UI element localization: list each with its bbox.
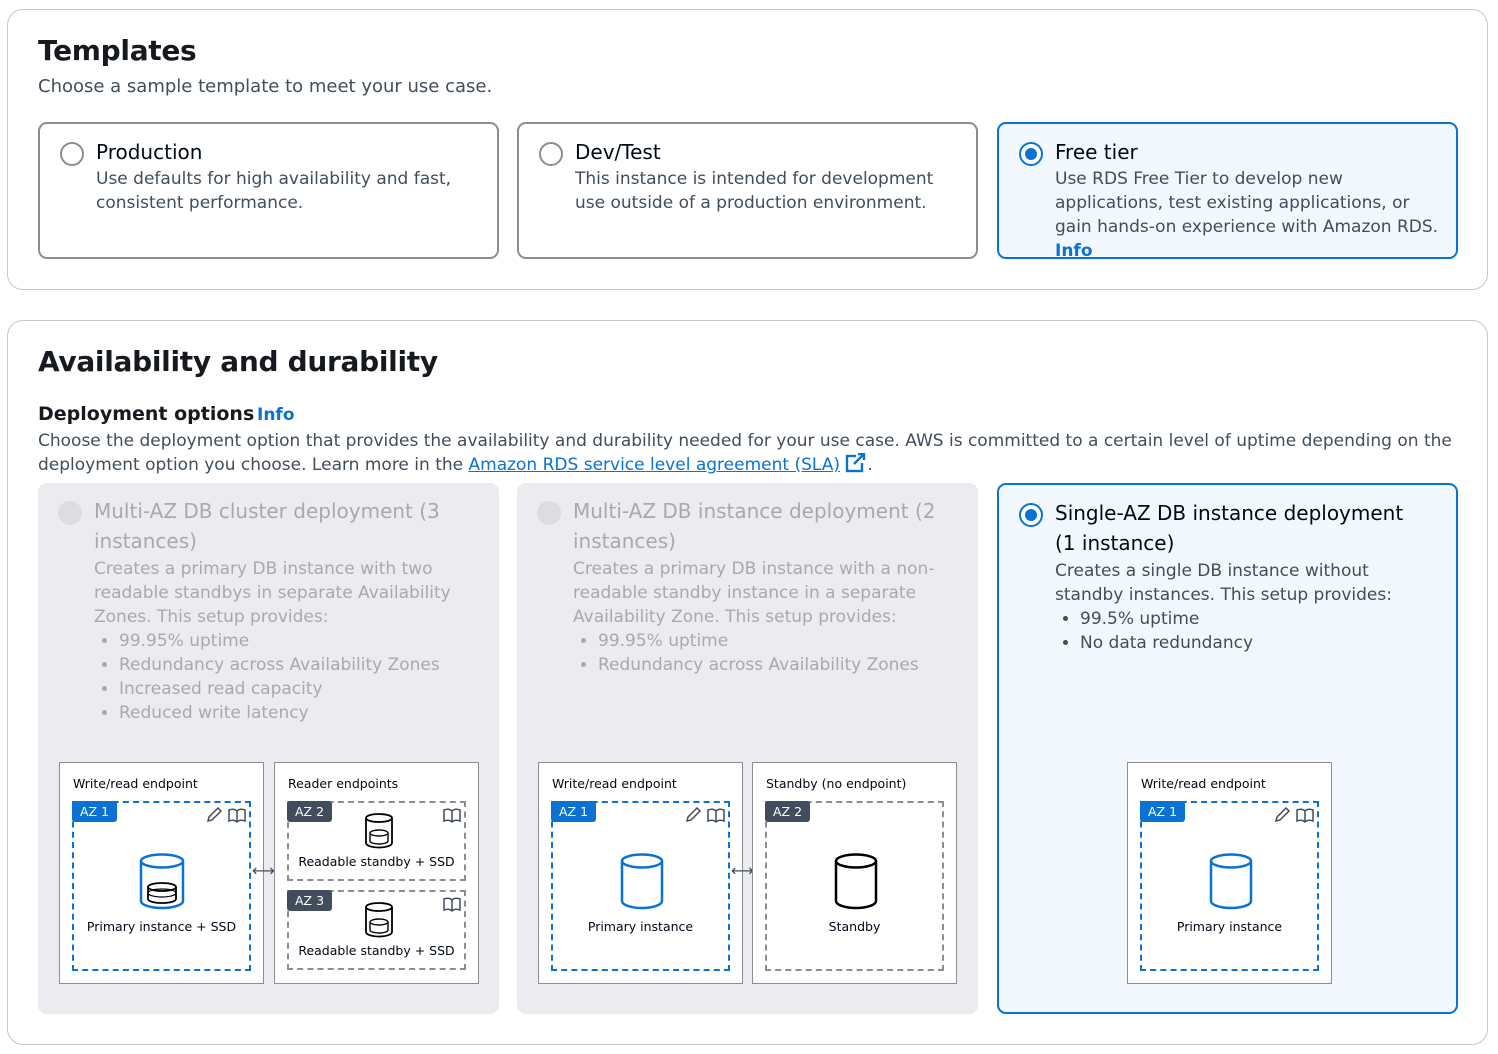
primary-caption: Primary instance bbox=[587, 919, 694, 934]
sync-arrow-icon: ⟷ bbox=[731, 861, 754, 880]
sla-link[interactable]: Amazon RDS service level agreement (SLA) bbox=[469, 455, 841, 475]
availability-panel: Availability and durability Deployment o… bbox=[7, 320, 1488, 1045]
template-devtest-tile[interactable]: Dev/Test This instance is intended for d… bbox=[517, 122, 978, 259]
az1-badge: AZ 1 bbox=[1140, 801, 1186, 822]
az3-zone: AZ 3 Readable standby + SSD bbox=[287, 890, 466, 970]
templates-heading: Templates bbox=[38, 34, 197, 67]
freetier-radio[interactable] bbox=[1019, 142, 1043, 166]
devtest-description: This instance is intended for developmen… bbox=[575, 169, 934, 213]
single-az-radio[interactable] bbox=[1019, 503, 1043, 527]
edit-book-icons bbox=[206, 806, 246, 824]
single-az-bullets: 99.5% uptime No data redundancy bbox=[1055, 607, 1253, 655]
standby-caption: Standby bbox=[828, 919, 881, 934]
reader-endpoints-label: Reader endpoints bbox=[288, 776, 399, 791]
bullet-item: Redundancy across Availability Zones bbox=[598, 653, 919, 677]
standby1-caption: Readable standby + SSD bbox=[298, 854, 455, 869]
templates-panel: Templates Choose a sample template to me… bbox=[7, 9, 1488, 290]
multi-az-cluster-tile: Multi-AZ DB cluster deployment (3 instan… bbox=[38, 483, 499, 1014]
deployment-description-end: . bbox=[867, 455, 873, 475]
az2-zone: AZ 2 Standby bbox=[765, 801, 944, 971]
freetier-description-wrap: Use RDS Free Tier to develop new applica… bbox=[1055, 167, 1445, 263]
az1-zone: AZ 1 Primary instance bbox=[551, 801, 730, 971]
freetier-description: Use RDS Free Tier to develop new applica… bbox=[1055, 169, 1439, 237]
freetier-info-link[interactable]: Info bbox=[1055, 241, 1093, 261]
database-icon bbox=[365, 813, 393, 849]
deployment-options-label: Deployment options bbox=[38, 403, 255, 425]
writer-endpoint-box: Write/read endpoint AZ 1 Primary instanc… bbox=[1127, 762, 1332, 984]
external-link-icon[interactable] bbox=[845, 452, 868, 473]
standby-label: Standby (no endpoint) bbox=[766, 776, 907, 791]
bullet-item: 99.95% uptime bbox=[598, 629, 919, 653]
database-icon bbox=[365, 902, 393, 938]
standby-box: Standby (no endpoint) AZ 2 Standby bbox=[752, 762, 957, 984]
bullet-item: No data redundancy bbox=[1080, 631, 1253, 655]
az1-zone: AZ 1 Primary instance bbox=[1140, 801, 1319, 971]
multi-az-instance-title: Multi-AZ DB instance deployment (2 insta… bbox=[573, 499, 936, 553]
multi-az-cluster-radio bbox=[58, 501, 82, 525]
deployment-info-link[interactable]: Info bbox=[257, 405, 295, 425]
standby2-caption: Readable standby + SSD bbox=[298, 943, 455, 958]
reader-endpoints-box: Reader endpoints AZ 2 Readable standby +… bbox=[274, 762, 479, 984]
az2-badge: AZ 2 bbox=[287, 801, 333, 822]
edit-book-icons bbox=[685, 806, 725, 824]
multi-az-instance-tile: Multi-AZ DB instance deployment (2 insta… bbox=[517, 483, 978, 1014]
edit-book-icons bbox=[1274, 806, 1314, 824]
single-az-description: Creates a single DB instance without sta… bbox=[1055, 561, 1392, 605]
az2-zone: AZ 2 Readable standby + SSD bbox=[287, 801, 466, 881]
az1-badge: AZ 1 bbox=[72, 801, 118, 822]
writer-endpoint-box: Write/read endpoint AZ 1 Primary instanc… bbox=[538, 762, 743, 984]
writer-endpoint-label: Write/read endpoint bbox=[552, 776, 677, 791]
bullet-item: 99.5% uptime bbox=[1080, 607, 1253, 631]
primary-caption: Primary instance + SSD bbox=[86, 919, 237, 934]
writer-endpoint-label: Write/read endpoint bbox=[73, 776, 198, 791]
az3-badge: AZ 3 bbox=[287, 890, 333, 911]
writer-endpoint-label: Write/read endpoint bbox=[1141, 776, 1266, 791]
multi-az-cluster-description: Creates a primary DB instance with two r… bbox=[94, 559, 451, 627]
database-icon bbox=[834, 853, 878, 910]
production-radio[interactable] bbox=[60, 142, 84, 166]
book-icon bbox=[443, 897, 461, 913]
multi-az-instance-radio bbox=[537, 501, 561, 525]
az1-zone: AZ 1 Primary instance + SSD bbox=[72, 801, 251, 971]
database-icon bbox=[1209, 853, 1253, 910]
multi-az-cluster-title: Multi-AZ DB cluster deployment (3 instan… bbox=[94, 499, 440, 553]
deployment-description: Choose the deployment option that provid… bbox=[38, 429, 1458, 477]
multi-az-instance-description: Creates a primary DB instance with a non… bbox=[573, 559, 935, 627]
single-az-title: Single-AZ DB instance deployment (1 inst… bbox=[1055, 501, 1404, 555]
multi-az-cluster-bullets: 99.95% uptime Redundancy across Availabi… bbox=[94, 629, 440, 725]
availability-heading: Availability and durability bbox=[38, 345, 438, 378]
bullet-item: 99.95% uptime bbox=[119, 629, 440, 653]
bullet-item: Increased read capacity bbox=[119, 677, 440, 701]
freetier-title: Free tier bbox=[1055, 140, 1138, 164]
sync-arrow-icon: ⟷ bbox=[252, 861, 275, 880]
production-description: Use defaults for high availability and f… bbox=[96, 169, 452, 213]
primary-caption: Primary instance bbox=[1176, 919, 1283, 934]
multi-az-instance-bullets: 99.95% uptime Redundancy across Availabi… bbox=[573, 629, 919, 677]
devtest-radio[interactable] bbox=[539, 142, 563, 166]
templates-description: Choose a sample template to meet your us… bbox=[38, 76, 493, 97]
production-title: Production bbox=[96, 140, 203, 164]
az1-badge: AZ 1 bbox=[551, 801, 597, 822]
bullet-item: Reduced write latency bbox=[119, 701, 440, 725]
database-ssd-icon bbox=[139, 853, 185, 910]
devtest-title: Dev/Test bbox=[575, 140, 661, 164]
template-production-tile[interactable]: Production Use defaults for high availab… bbox=[38, 122, 499, 259]
database-icon bbox=[620, 853, 664, 910]
writer-endpoint-box: Write/read endpoint AZ 1 Primary instanc… bbox=[59, 762, 264, 984]
az2-badge: AZ 2 bbox=[765, 801, 811, 822]
single-az-tile[interactable]: Single-AZ DB instance deployment (1 inst… bbox=[997, 483, 1458, 1014]
template-freetier-tile[interactable]: Free tier Use RDS Free Tier to develop n… bbox=[997, 122, 1458, 261]
bullet-item: Redundancy across Availability Zones bbox=[119, 653, 440, 677]
book-icon bbox=[443, 808, 461, 824]
